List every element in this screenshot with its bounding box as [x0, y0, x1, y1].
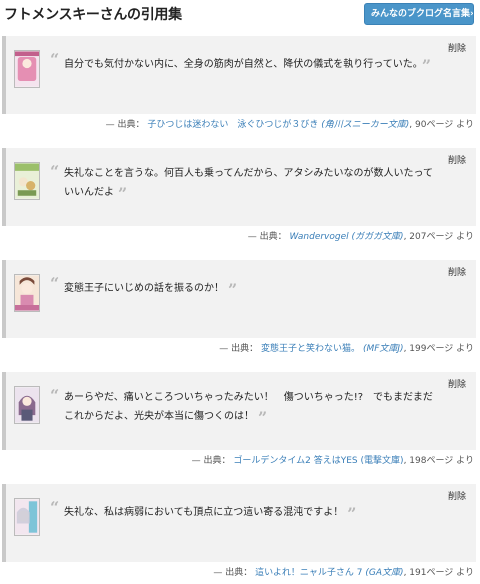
quote-item: 削除 “ あーらやだ、痛いところついちゃったみたい！ 傷ついちゃった!? でもま… — [0, 372, 480, 472]
quote-list: 削除 “ 自分でも気付かない内に、全身の筋肉が自然と、降伏の儀式を執り行っていた… — [0, 36, 480, 584]
quote-text: 自分でも気付かない内に、全身の筋肉が自然と、降伏の儀式を執り行っていた。” — [64, 54, 442, 75]
delete-link[interactable]: 削除 — [448, 489, 466, 502]
page-number: 198 — [409, 456, 427, 466]
source-prefix: — 出典： — [219, 344, 259, 354]
quote-text: あーらやだ、痛いところついちゃったみたい！ 傷ついちゃった!? でもまだまだこれ… — [64, 390, 442, 427]
book-label-link[interactable]: (角川スニーカー文庫) — [321, 120, 409, 130]
book-cover-image — [15, 387, 39, 423]
source-line: — 出典： 変態王子と笑わない猫。 (MF文庫J), 199ページ より — [219, 344, 474, 354]
page-header: フトメンスキーさんの引用集 みんなのブクログ名言集» — [0, 0, 480, 30]
quote-box: 削除 “ あーらやだ、痛いところついちゃったみたい！ 傷ついちゃった!? でもま… — [2, 372, 476, 450]
book-title-link[interactable]: ゴールデンタイム2 答えはYES — [233, 456, 357, 466]
quote-item: 削除 “ 自分でも気付かない内に、全身の筋肉が自然と、降伏の儀式を執り行っていた… — [0, 36, 480, 136]
source-line: — 出典： 子ひつじは迷わない 泳ぐひつじが３びき (角川スニーカー文庫), 9… — [105, 120, 474, 130]
quote-box: 削除 “ 自分でも気付かない内に、全身の筋肉が自然と、降伏の儀式を執り行っていた… — [2, 36, 476, 114]
quote-item: 削除 “ 失礼な、私は病弱においても頂点に立つ這い寄る混沌ですよ！” — 出典：… — [0, 484, 480, 584]
source-prefix: — 出典： — [213, 568, 253, 578]
page-number: 90 — [415, 120, 427, 130]
book-label-link[interactable]: (GA文庫) — [365, 568, 403, 578]
page-suffix: ページ より — [426, 568, 474, 578]
quote-box: 削除 “ 失礼なことを言うな。何百人も乗ってんだから、アタシみたいなのが数人いた… — [2, 148, 476, 226]
source-prefix: — 出典： — [247, 232, 287, 242]
open-quote-icon: “ — [50, 162, 60, 181]
close-quote-icon: ” — [258, 408, 268, 427]
open-quote-icon: “ — [50, 50, 60, 69]
open-quote-icon: “ — [50, 386, 60, 405]
delete-link[interactable]: 削除 — [448, 265, 466, 278]
quote-text: 変態王子にいじめの話を振るのか！ ” — [64, 278, 442, 299]
quote-text: 失礼な、私は病弱においても頂点に立つ這い寄る混沌ですよ！” — [64, 502, 442, 523]
source-line: — 出典： 這いよれ！ニャル子さん 7 (GA文庫), 191ページ より — [213, 568, 474, 578]
open-quote-icon: “ — [50, 498, 60, 517]
book-cover[interactable] — [14, 274, 40, 312]
page-number: 207 — [409, 232, 427, 242]
source-prefix: — 出典： — [105, 120, 145, 130]
close-quote-icon: ” — [118, 184, 128, 203]
quote-body: 変態王子にいじめの話を振るのか！ — [64, 283, 224, 294]
book-label-link[interactable]: (ガガガ文庫) — [352, 232, 404, 242]
page-suffix: ページ より — [426, 232, 474, 242]
page-number: 199 — [409, 344, 427, 354]
book-cover-image — [15, 275, 39, 311]
book-cover-image — [15, 499, 39, 535]
all-quotes-button[interactable]: みんなのブクログ名言集» — [364, 3, 474, 25]
page-title: フトメンスキーさんの引用集 — [4, 7, 182, 23]
close-quote-icon: ” — [228, 280, 238, 299]
book-cover[interactable] — [14, 386, 40, 424]
book-cover[interactable] — [14, 50, 40, 88]
page-suffix: ページ より — [426, 344, 474, 354]
source-line: — 出典： Wandervogel (ガガガ文庫), 207ページ より — [247, 232, 474, 242]
close-quote-icon: ” — [421, 56, 432, 75]
book-cover[interactable] — [14, 162, 40, 200]
open-quote-icon: “ — [50, 274, 60, 293]
book-cover[interactable] — [14, 498, 40, 536]
quote-box: 削除 “ 失礼な、私は病弱においても頂点に立つ這い寄る混沌ですよ！” — [2, 484, 476, 562]
book-title-link[interactable]: 変態王子と笑わない猫。 — [261, 344, 360, 354]
delete-link[interactable]: 削除 — [448, 41, 466, 54]
quote-text: 失礼なことを言うな。何百人も乗ってんだから、アタシみたいなのが数人いたっていいん… — [64, 166, 442, 203]
source-line: — 出典： ゴールデンタイム2 答えはYES (電撃文庫), 198ページ より — [191, 456, 474, 466]
book-title-link[interactable]: 這いよれ！ニャル子さん 7 — [255, 568, 362, 578]
page-suffix: ページ より — [426, 456, 474, 466]
quote-box: 削除 “ 変態王子にいじめの話を振るのか！ ” — [2, 260, 476, 338]
quote-body: 失礼な、私は病弱においても頂点に立つ這い寄る混沌ですよ！ — [64, 507, 344, 518]
book-label-link[interactable]: (電撃文庫) — [361, 456, 404, 466]
book-cover-image — [15, 163, 39, 199]
page-suffix: ページ より — [426, 120, 474, 130]
page-number: 191 — [409, 568, 427, 578]
book-cover-image — [15, 51, 39, 87]
book-label-link[interactable]: (MF文庫J) — [363, 344, 404, 354]
delete-link[interactable]: 削除 — [448, 377, 466, 390]
book-title-link[interactable]: 子ひつじは迷わない 泳ぐひつじが３びき — [147, 120, 318, 130]
source-prefix: — 出典： — [191, 456, 231, 466]
quote-item: 削除 “ 失礼なことを言うな。何百人も乗ってんだから、アタシみたいなのが数人いた… — [0, 148, 480, 248]
quote-body: あーらやだ、痛いところついちゃったみたい！ 傷ついちゃった!? でもまだまだこれ… — [64, 392, 433, 422]
close-quote-icon: ” — [347, 504, 357, 523]
quote-item: 削除 “ 変態王子にいじめの話を振るのか！ ” — 出典： 変態王子と笑わない猫。… — [0, 260, 480, 360]
quote-body: 自分でも気付かない内に、全身の筋肉が自然と、降伏の儀式を執り行っていた。 — [64, 59, 418, 70]
delete-link[interactable]: 削除 — [448, 153, 466, 166]
book-title-link[interactable]: Wandervogel — [289, 232, 348, 242]
